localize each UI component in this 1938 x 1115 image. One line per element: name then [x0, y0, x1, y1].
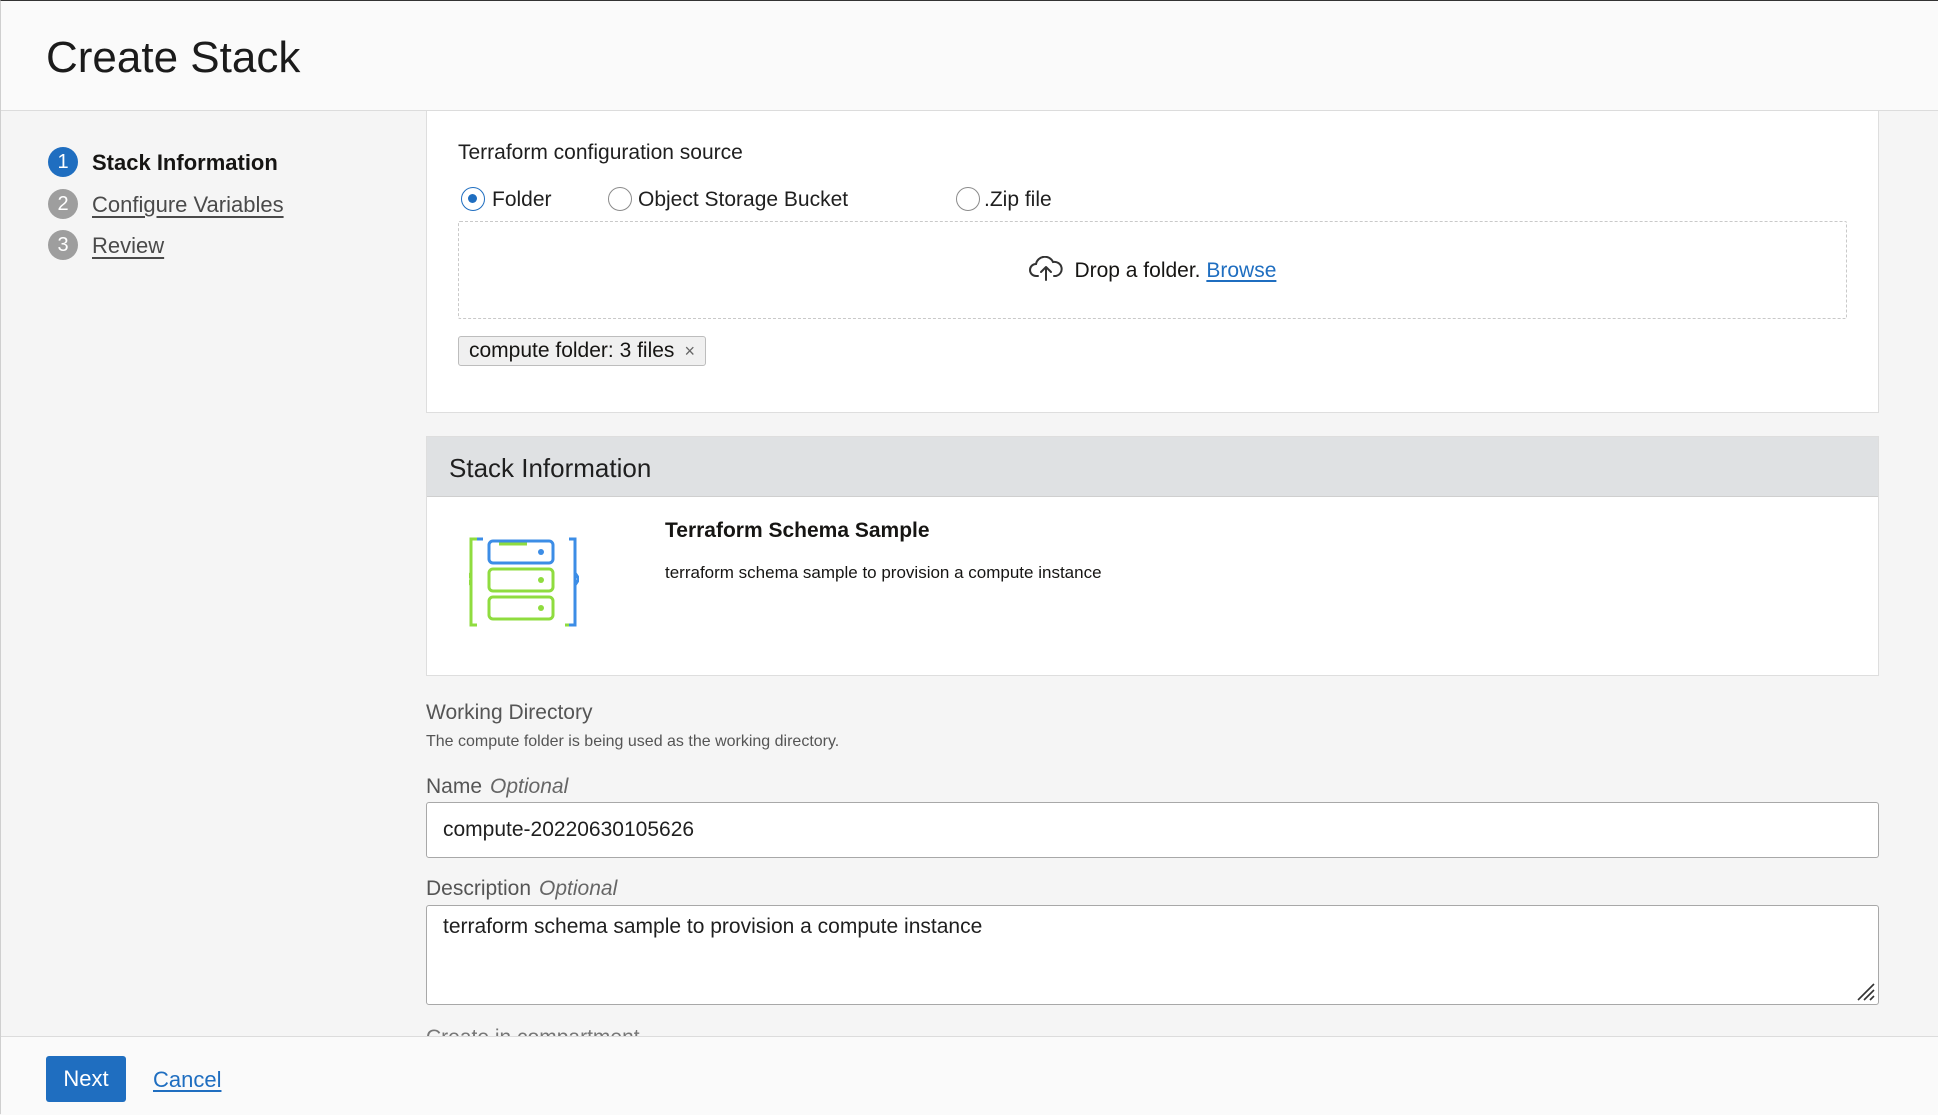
- compartment-label: Create in compartment: [426, 1025, 640, 1036]
- next-button[interactable]: Next: [46, 1056, 126, 1102]
- folder-dropzone[interactable]: Drop a folder. Browse: [458, 221, 1847, 319]
- server-stack-icon: [469, 537, 579, 627]
- chip-label: compute folder: 3 files: [469, 339, 675, 362]
- resize-handle-icon[interactable]: [1852, 978, 1876, 1002]
- working-directory-label: Working Directory: [426, 701, 593, 724]
- radio-folder[interactable]: Folder: [461, 185, 571, 215]
- optional-tag: Optional: [490, 775, 569, 798]
- dropzone-text: Drop a folder.: [1074, 259, 1201, 282]
- page-header: Create Stack: [1, 1, 1938, 111]
- page-title: Create Stack: [46, 33, 301, 82]
- step-label: Review: [92, 233, 165, 258]
- name-label: Name Optional: [426, 775, 568, 799]
- stack-name: Terraform Schema Sample: [665, 519, 930, 542]
- config-source-panel: Terraform configuration source Folder Ob…: [426, 111, 1879, 413]
- radio-button[interactable]: [608, 187, 632, 211]
- radio-label: .Zip file: [984, 188, 1052, 211]
- step-number: 2: [48, 189, 78, 219]
- description-label: Description Optional: [426, 877, 617, 901]
- radio-button[interactable]: [956, 187, 980, 211]
- remove-chip-icon[interactable]: ×: [684, 341, 695, 361]
- step-number: 1: [48, 147, 78, 177]
- dropzone-text-row: Drop a folder. Browse: [459, 255, 1846, 283]
- radio-button[interactable]: [461, 187, 485, 211]
- section-title: Stack Information: [449, 453, 652, 483]
- stack-description: terraform schema sample to provision a c…: [665, 563, 1102, 582]
- working-directory-helper: The compute folder is being used as the …: [426, 733, 840, 750]
- page-footer: Next Cancel: [1, 1036, 1938, 1115]
- radio-object-storage-bucket[interactable]: Object Storage Bucket: [608, 185, 868, 215]
- stack-information-panel: Stack Information Terraform Schema Sampl…: [426, 436, 1879, 676]
- name-label-text: Name: [426, 775, 483, 798]
- optional-tag: Optional: [539, 877, 618, 900]
- description-label-text: Description: [426, 877, 532, 900]
- name-input[interactable]: compute-20220630105626: [426, 802, 1879, 858]
- cancel-link[interactable]: Cancel: [153, 1067, 221, 1093]
- stack-information-header: Stack Information: [427, 437, 1878, 497]
- radio-label: Object Storage Bucket: [638, 188, 849, 211]
- create-stack-page: Create Stack 1 Stack Information 2 Confi…: [0, 0, 1938, 1115]
- step-label: Stack Information: [92, 150, 278, 175]
- cloud-upload-icon: [1028, 255, 1063, 281]
- description-textarea[interactable]: terraform schema sample to provision a c…: [426, 905, 1879, 1005]
- radio-zip-file[interactable]: .Zip file: [956, 185, 1076, 215]
- browse-link[interactable]: Browse: [1206, 259, 1276, 282]
- step-number: 3: [48, 230, 78, 260]
- description-value: terraform schema sample to provision a c…: [443, 915, 983, 938]
- selected-folder-chip: compute folder: 3 files ×: [458, 336, 706, 366]
- config-source-title: Terraform configuration source: [458, 141, 743, 164]
- radio-label: Folder: [492, 188, 552, 211]
- step-label: Configure Variables: [92, 192, 284, 217]
